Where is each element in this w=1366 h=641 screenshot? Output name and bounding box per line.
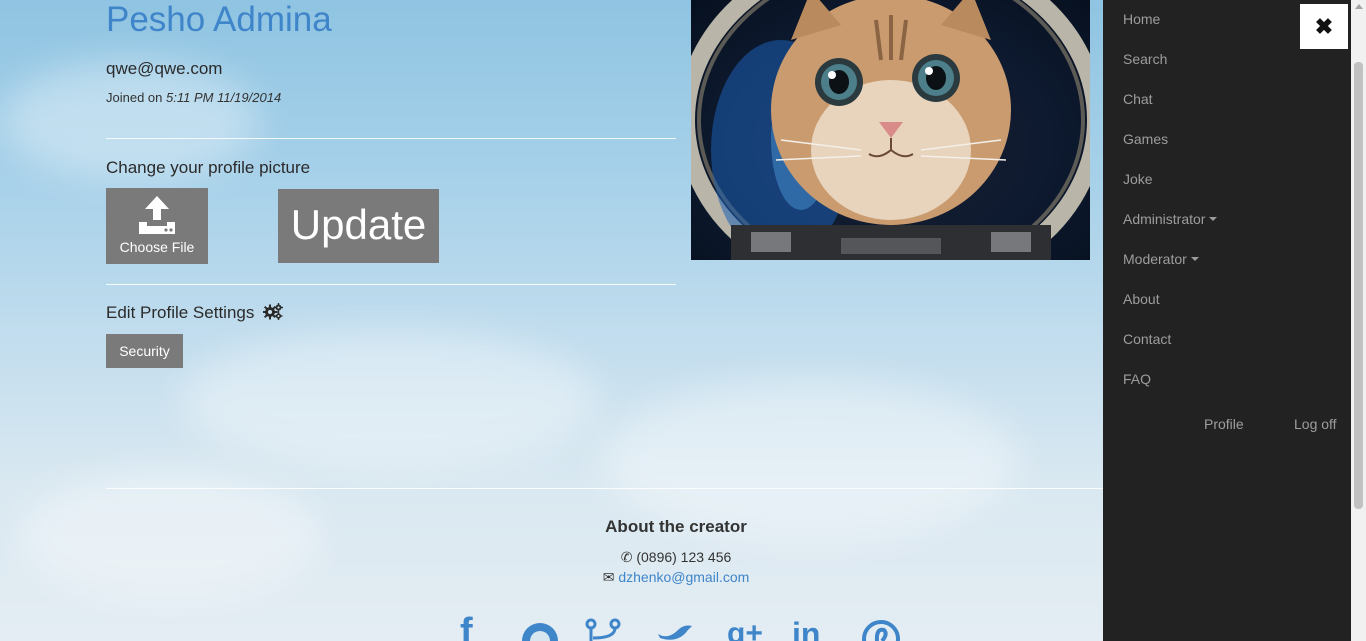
choose-file-button[interactable]: Choose File [106,188,208,264]
envelope-icon: ✉ [602,569,615,585]
profile-email: qwe@qwe.com [106,59,223,78]
nav-item-games[interactable]: Games [1123,131,1168,147]
divider [106,284,676,285]
nav-item-administrator[interactable]: Administrator [1123,211,1218,227]
change-picture-title: Change your profile picture [106,158,311,177]
profile-picture [691,0,1090,260]
caret-down-icon [1209,217,1218,221]
git-icon[interactable] [585,618,625,641]
edit-settings-label: Edit Profile Settings [106,303,255,322]
phone-icon: ✆ [620,549,633,565]
github-icon[interactable] [520,620,560,641]
google-plus-icon[interactable]: g+ [727,614,763,641]
divider [106,488,1103,489]
nav-item-contact[interactable]: Contact [1123,331,1171,347]
profile-name: Pesho Admina [106,0,332,39]
gears-icon [263,303,284,320]
edit-settings-title: Edit Profile Settings [106,303,284,323]
upload-icon [139,196,175,234]
facebook-icon[interactable]: f [460,612,473,641]
joined-label: Joined on [106,90,163,105]
nav-item-about[interactable]: About [1123,291,1160,307]
nav-item-moderator[interactable]: Moderator [1123,251,1199,267]
email-link[interactable]: dzhenko@gmail.com [618,569,749,585]
divider [106,138,676,139]
caret-down-icon [1190,257,1199,261]
choose-file-label: Choose File [119,239,195,255]
nav-item-joke[interactable]: Joke [1123,171,1153,187]
joined-value: 5:11 PM 11/19/2014 [166,90,282,105]
nav-item-moderator-label: Moderator [1123,251,1187,267]
nav-item-administrator-label: Administrator [1123,211,1206,227]
scroll-thumb[interactable] [1354,62,1363,509]
nav-profile-link[interactable]: Profile [1204,416,1244,432]
side-nav-panel: Home Search Chat Games Joke Administrato… [1103,0,1351,641]
nav-item-home[interactable]: Home [1123,11,1160,27]
nav-item-faq[interactable]: FAQ [1123,371,1151,387]
phone-number: (0896) 123 456 [636,549,732,565]
linkedin-icon[interactable]: in [792,614,820,641]
security-button[interactable]: Security [106,334,183,368]
page-scrollbar[interactable] [1351,0,1366,641]
nav-item-search[interactable]: Search [1123,51,1167,67]
scroll-up-icon[interactable] [1355,4,1363,9]
nav-logoff-link[interactable]: Log off [1294,416,1337,432]
joined-date: Joined on 5:11 PM 11/19/2014 [106,90,281,105]
close-icon[interactable]: ✖ [1300,4,1348,49]
twitter-icon[interactable] [658,622,694,641]
update-button[interactable]: Update [278,189,439,263]
pinterest-icon[interactable] [862,620,900,641]
nav-item-chat[interactable]: Chat [1123,91,1153,107]
main-content: Pesho Admina qwe@qwe.com Joined on 5:11 … [0,0,1103,641]
